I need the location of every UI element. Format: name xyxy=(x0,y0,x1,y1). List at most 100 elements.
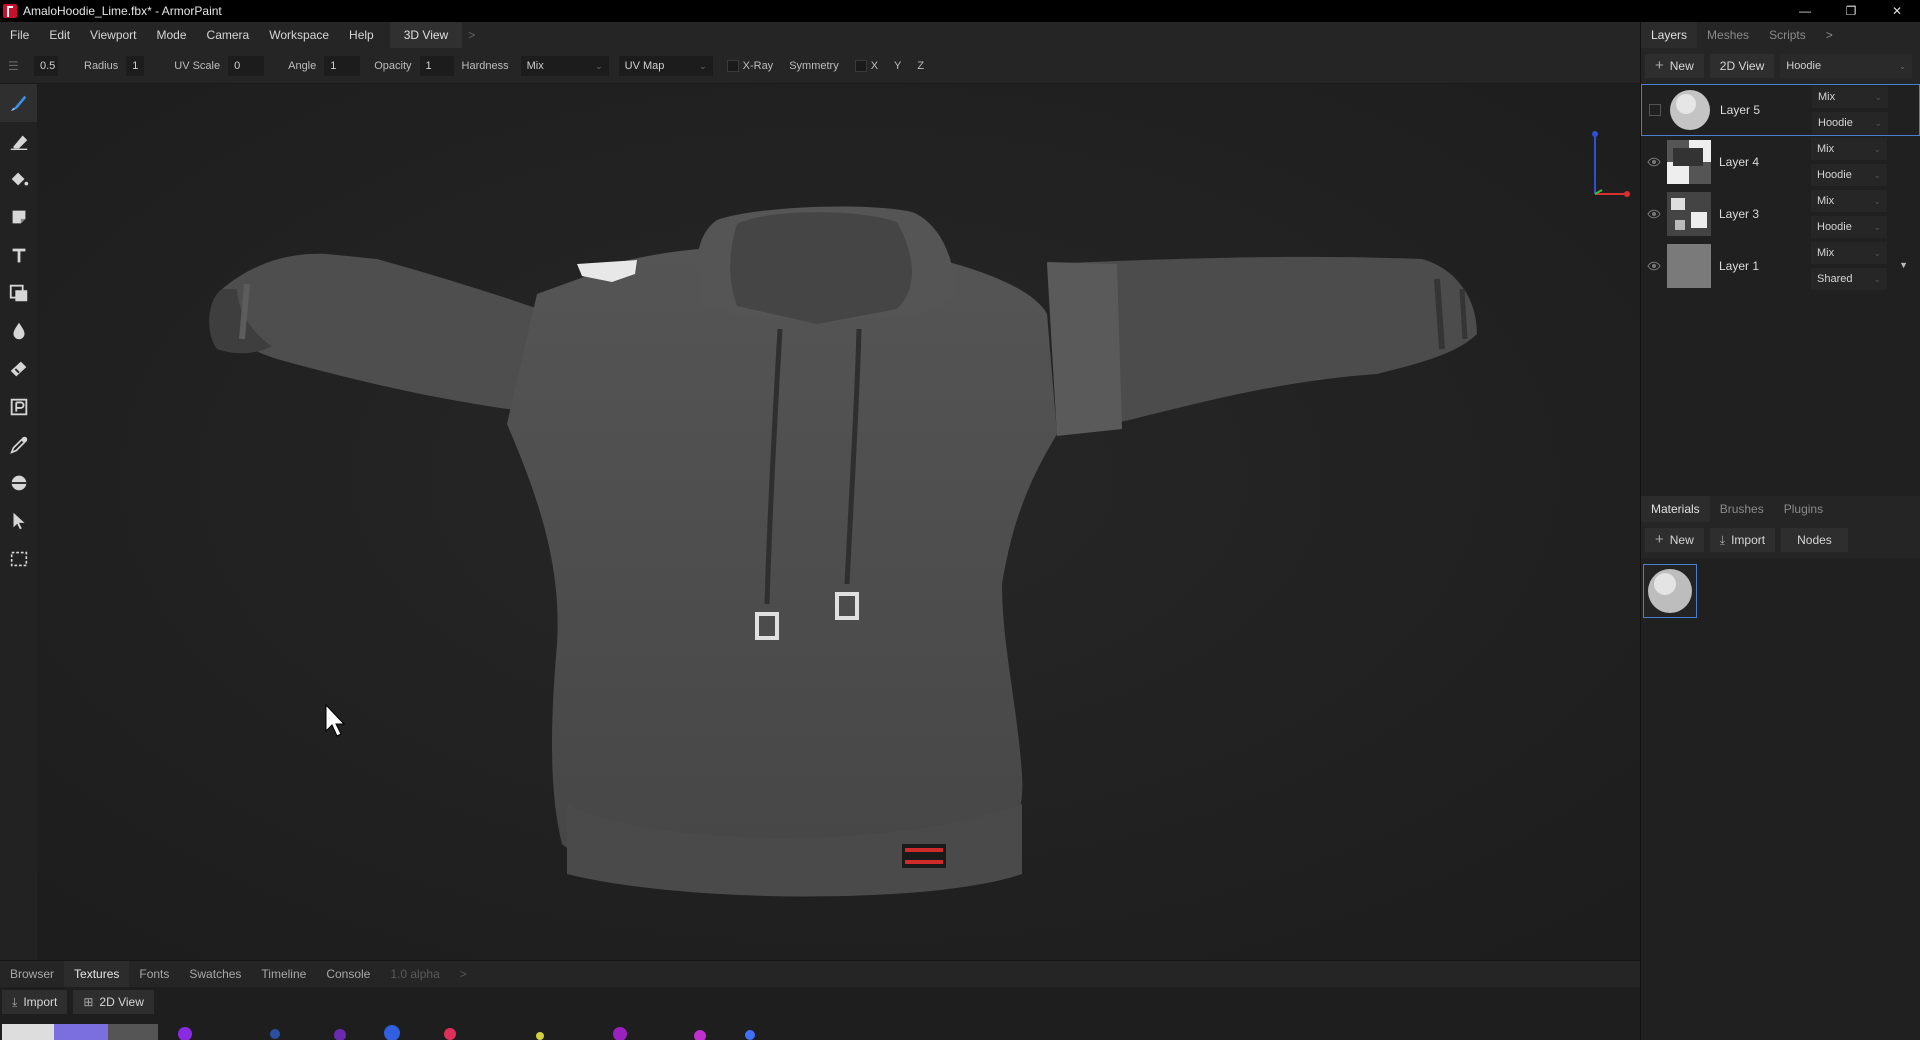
menu-edit[interactable]: Edit xyxy=(39,22,80,48)
menu-help[interactable]: Help xyxy=(339,22,384,48)
blend-mode-dropdown[interactable]: Mix ⌄ xyxy=(520,55,609,76)
2d-view-texture-button[interactable]: ⊞ 2D View xyxy=(73,990,154,1014)
tab-brushes[interactable]: Brushes xyxy=(1710,496,1774,522)
particle-tool[interactable] xyxy=(0,388,37,426)
eraser-tool[interactable] xyxy=(0,122,37,160)
menu-bar: File Edit Viewport Mode Camera Workspace… xyxy=(0,22,1640,48)
tab-scripts[interactable]: Scripts xyxy=(1759,22,1816,48)
eraser-icon xyxy=(10,135,27,150)
layers-toolbar: + New 2D View Hoodie ⌄ xyxy=(1641,48,1920,84)
chevron-down-icon: ⌄ xyxy=(1873,222,1881,232)
layer-blend-dropdown[interactable]: Mix ⌄ xyxy=(1811,242,1887,264)
picker-tool[interactable] xyxy=(0,502,37,540)
import-texture-button[interactable]: ⤓ Import xyxy=(2,990,68,1014)
armorpaint-logo-icon xyxy=(3,4,17,18)
brush-size-field[interactable]: 0.5 xyxy=(34,55,58,76)
decal-tool[interactable] xyxy=(0,198,37,236)
3d-viewport[interactable] xyxy=(37,84,1640,960)
bake-tool[interactable] xyxy=(0,464,37,502)
layer-thumbnail xyxy=(1670,90,1710,130)
tab-browser[interactable]: Browser xyxy=(0,961,64,987)
layer-mask-dropdown[interactable]: Shared ⌄ xyxy=(1811,268,1887,290)
menu-viewport[interactable]: Viewport xyxy=(80,22,146,48)
smudge-tool[interactable] xyxy=(0,350,37,388)
eye-icon[interactable] xyxy=(1641,157,1667,167)
blend-mode-value: Mix xyxy=(526,59,544,72)
xray-checkbox[interactable] xyxy=(726,59,739,72)
radius-field[interactable]: 1 xyxy=(126,55,145,76)
brush-tool[interactable] xyxy=(0,84,37,122)
tool-column xyxy=(0,84,37,960)
menu-workspace[interactable]: Workspace xyxy=(259,22,339,48)
texture-thumbnails-strip[interactable] xyxy=(0,1022,900,1040)
tab-meshes[interactable]: Meshes xyxy=(1697,22,1759,48)
menu-mode[interactable]: Mode xyxy=(147,22,197,48)
hardness-label: Hardness xyxy=(461,59,509,72)
object-dropdown[interactable]: Hoodie ⌄ xyxy=(1780,54,1913,78)
clone-tool[interactable] xyxy=(0,274,37,312)
layers-tabbar: Layers Meshes Scripts > xyxy=(1641,22,1920,48)
layer-row[interactable]: Layer 5 Mix ⌄ Hoodie ⌄ xyxy=(1641,84,1920,136)
chevron-down-icon: ⌄ xyxy=(1873,274,1881,284)
tabs-more-arrow[interactable]: > xyxy=(1816,22,1843,48)
uvscale-field[interactable]: 0 xyxy=(228,55,265,76)
blur-tool[interactable] xyxy=(0,312,37,350)
visibility-checkbox[interactable] xyxy=(1642,104,1668,116)
layer-name: Layer 1 xyxy=(1719,259,1760,273)
minimize-button[interactable]: — xyxy=(1782,0,1828,22)
new-material-button[interactable]: + New xyxy=(1645,528,1704,552)
restore-button[interactable]: ❐ xyxy=(1828,0,1874,22)
tab-plugins[interactable]: Plugins xyxy=(1774,496,1833,522)
hoodie-model xyxy=(37,84,1640,960)
blur-icon xyxy=(13,322,24,340)
right-panel: Layers Meshes Scripts > + New 2D View Hoo… xyxy=(1640,22,1920,1040)
tab-fonts[interactable]: Fonts xyxy=(129,961,179,987)
layer-row[interactable]: Layer 1 Mix ⌄ Shared ⌄ ▼ xyxy=(1641,240,1920,292)
layer-mask-dropdown[interactable]: Hoodie ⌄ xyxy=(1811,164,1887,186)
colorpicker-tool[interactable] xyxy=(0,426,37,464)
layer-list: Layer 5 Mix ⌄ Hoodie ⌄ Layer 4 Mix ⌄ Hoodie… xyxy=(1641,84,1920,496)
tab-timeline[interactable]: Timeline xyxy=(251,961,316,987)
tab-3d-view[interactable]: 3D View xyxy=(389,22,463,48)
layer-blend-value: Mix xyxy=(1817,195,1835,207)
angle-field[interactable]: 1 xyxy=(324,55,361,76)
tabs-more-arrow[interactable]: > xyxy=(450,961,477,987)
tab-swatches[interactable]: Swatches xyxy=(179,961,251,987)
select-rect-tool[interactable] xyxy=(0,540,37,578)
layer-row[interactable]: Layer 4 Mix ⌄ Hoodie ⌄ xyxy=(1641,136,1920,188)
tab-layers[interactable]: Layers xyxy=(1641,22,1698,48)
opacity-field[interactable]: 1 xyxy=(419,55,454,76)
fill-tool[interactable] xyxy=(0,160,37,198)
tab-materials[interactable]: Materials xyxy=(1641,496,1710,522)
material-thumbnail[interactable] xyxy=(1643,564,1697,618)
new-layer-button[interactable]: + New xyxy=(1645,54,1704,78)
layer-row[interactable]: Layer 3 Mix ⌄ Hoodie ⌄ xyxy=(1641,188,1920,240)
menu-camera[interactable]: Camera xyxy=(197,22,260,48)
uvscale-label: UV Scale xyxy=(174,59,221,72)
close-button[interactable]: ✕ xyxy=(1874,0,1920,22)
layer-blend-dropdown[interactable]: Mix ⌄ xyxy=(1812,86,1888,108)
layer-expand-arrow-icon[interactable]: ▼ xyxy=(1899,260,1908,270)
2d-view-button[interactable]: 2D View xyxy=(1709,54,1775,78)
clone-icon xyxy=(9,284,27,302)
menu-file[interactable]: File xyxy=(0,22,39,48)
symmetry-x-checkbox[interactable] xyxy=(854,59,867,72)
layer-mask-dropdown[interactable]: Hoodie ⌄ xyxy=(1812,112,1888,134)
eye-icon[interactable] xyxy=(1641,209,1667,219)
layer-name: Layer 3 xyxy=(1719,207,1760,221)
symmetry-y-label: Y xyxy=(894,59,902,72)
menu-more-arrow[interactable]: > xyxy=(462,28,481,42)
layer-blend-dropdown[interactable]: Mix ⌄ xyxy=(1811,190,1887,212)
layer-blend-dropdown[interactable]: Mix ⌄ xyxy=(1811,138,1887,160)
brush-icon xyxy=(10,95,26,112)
radius-label: Radius xyxy=(84,59,119,72)
uv-map-dropdown[interactable]: UV Map ⌄ xyxy=(618,55,713,76)
tab-textures[interactable]: Textures xyxy=(64,961,130,987)
tab-console[interactable]: Console xyxy=(316,961,380,987)
text-tool[interactable] xyxy=(0,236,37,274)
layer-mask-dropdown[interactable]: Hoodie ⌄ xyxy=(1811,216,1887,238)
nodes-button[interactable]: Nodes xyxy=(1781,528,1848,552)
smudge-icon xyxy=(10,361,26,377)
import-material-button[interactable]: ⤓ Import xyxy=(1709,528,1776,552)
eye-icon[interactable] xyxy=(1641,261,1667,271)
